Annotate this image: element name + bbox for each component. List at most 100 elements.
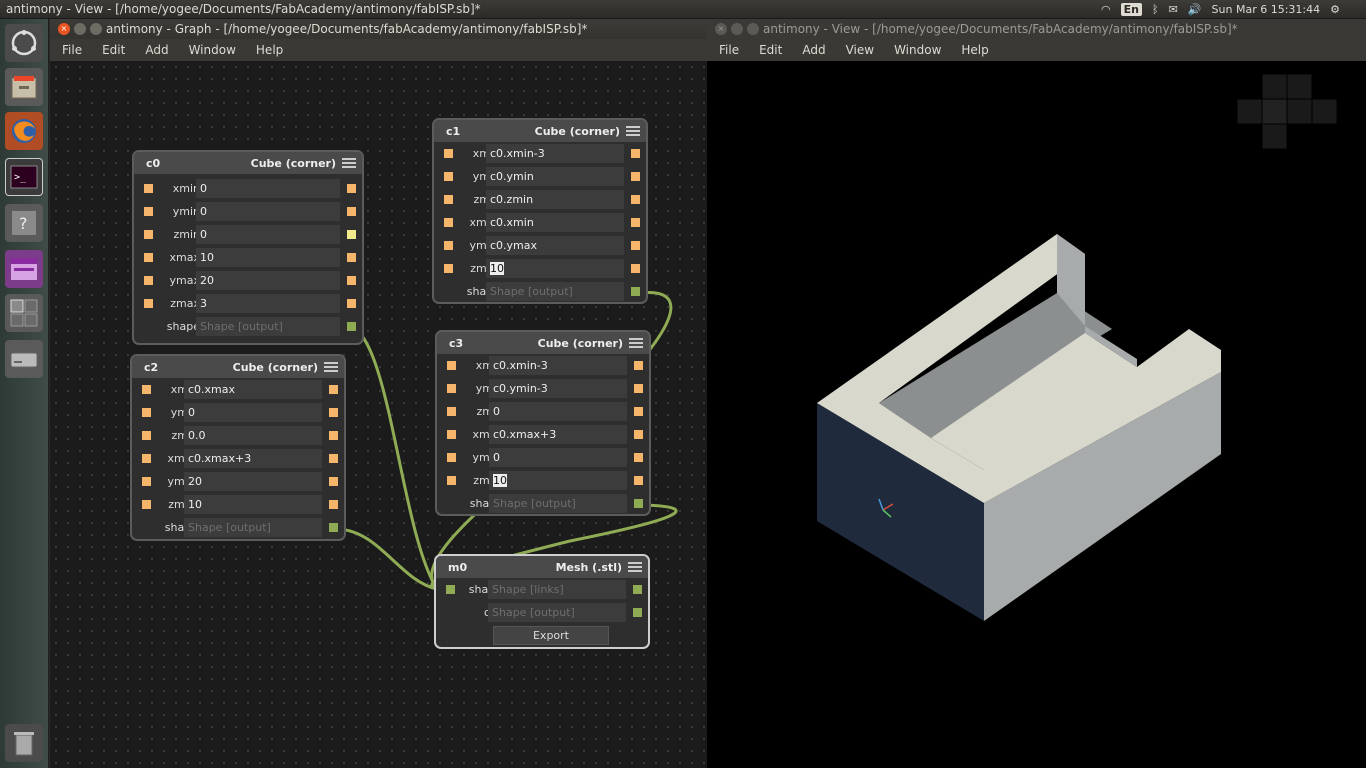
output-port[interactable]: [634, 384, 643, 393]
menu-add[interactable]: Add: [135, 43, 178, 57]
node-menu-icon[interactable]: [628, 562, 642, 572]
menu-edit[interactable]: Edit: [749, 43, 792, 57]
ubuntu-dash-icon[interactable]: [5, 24, 43, 62]
node-m0[interactable]: m0 Mesh (.stl) shapeShape [links] outSha…: [434, 554, 650, 649]
input-port[interactable]: [444, 218, 453, 227]
output-port[interactable]: [631, 195, 640, 204]
ymin-field[interactable]: 0: [184, 403, 322, 422]
power-gear-icon[interactable]: ⚙: [1330, 3, 1340, 16]
input-port[interactable]: [144, 230, 153, 239]
node-menu-icon[interactable]: [342, 158, 356, 168]
output-port[interactable]: [347, 207, 356, 216]
clock[interactable]: Sun Mar 6 15:31:44: [1212, 3, 1321, 16]
output-port[interactable]: [631, 264, 640, 273]
out-output-port[interactable]: [633, 608, 642, 617]
input-port[interactable]: [144, 184, 153, 193]
xmax-field[interactable]: 10: [196, 248, 340, 267]
xmax-field[interactable]: c0.xmax+3: [184, 449, 322, 468]
input-port[interactable]: [447, 430, 456, 439]
input-port[interactable]: [142, 385, 151, 394]
output-port[interactable]: [634, 407, 643, 416]
output-port[interactable]: [631, 241, 640, 250]
input-port[interactable]: [144, 299, 153, 308]
menu-window[interactable]: Window: [179, 43, 246, 57]
node-c1-header[interactable]: c1 Cube (corner): [434, 120, 646, 142]
node-graph-canvas[interactable]: c0 Cube (corner) xmin 0 ymin 0 zmin 0 xmax 1…: [50, 61, 707, 768]
shape-output-port[interactable]: [631, 287, 640, 296]
xmax-field[interactable]: c0.xmin: [486, 213, 624, 232]
node-c2-header[interactable]: c2 Cube (corner): [132, 356, 344, 378]
drive-icon[interactable]: [5, 340, 43, 378]
ymin-field[interactable]: c0.ymin-3: [489, 379, 627, 398]
output-port[interactable]: [631, 149, 640, 158]
zmin-field[interactable]: 0.0: [184, 426, 322, 445]
zmax-field[interactable]: 10: [489, 471, 627, 490]
node-c0-header[interactable]: c0 Cube (corner): [134, 152, 362, 174]
close-icon[interactable]: ×: [715, 23, 727, 35]
node-menu-icon[interactable]: [626, 126, 640, 136]
export-button[interactable]: Export: [493, 626, 609, 645]
menu-file[interactable]: File: [709, 43, 749, 57]
maximize-icon[interactable]: [747, 23, 759, 35]
maximize-icon[interactable]: [90, 23, 102, 35]
input-port[interactable]: [447, 384, 456, 393]
node-c3[interactable]: c3 Cube (corner) xminc0.xmin-3 yminc0.ym…: [435, 330, 651, 516]
menu-help[interactable]: Help: [951, 43, 998, 57]
shape-output-port[interactable]: [329, 523, 338, 532]
minimize-icon[interactable]: [731, 23, 743, 35]
output-port[interactable]: [631, 218, 640, 227]
output-port[interactable]: [329, 408, 338, 417]
mail-icon[interactable]: ✉: [1169, 3, 1178, 16]
output-port[interactable]: [634, 453, 643, 462]
zmin-field[interactable]: 0: [196, 225, 340, 244]
output-port[interactable]: [634, 430, 643, 439]
output-port[interactable]: [347, 253, 356, 262]
menu-help[interactable]: Help: [246, 43, 293, 57]
input-port[interactable]: [444, 264, 453, 273]
xmin-field[interactable]: 0: [196, 179, 340, 198]
wire-c0-m0[interactable]: [347, 324, 439, 590]
zmax-field[interactable]: 10: [486, 259, 624, 278]
shape-output-port[interactable]: [634, 499, 643, 508]
input-port[interactable]: [144, 253, 153, 262]
node-c1[interactable]: c1 Cube (corner) xminc0.xmin-3 yminc0.ym…: [432, 118, 648, 304]
input-port[interactable]: [444, 149, 453, 158]
3d-viewport[interactable]: [707, 61, 1366, 768]
menu-add[interactable]: Add: [792, 43, 835, 57]
firefox-icon[interactable]: [5, 112, 43, 150]
node-c0[interactable]: c0 Cube (corner) xmin 0 ymin 0 zmin 0 xmax 1…: [132, 150, 364, 345]
xmin-field[interactable]: c0.xmax: [184, 380, 322, 399]
input-port[interactable]: [447, 453, 456, 462]
zmax-field[interactable]: 3: [196, 294, 340, 313]
output-port[interactable]: [347, 276, 356, 285]
workspace-switcher-icon[interactable]: [5, 294, 43, 332]
output-port[interactable]: [631, 172, 640, 181]
input-port[interactable]: [142, 500, 151, 509]
output-port[interactable]: [347, 230, 356, 239]
input-port[interactable]: [444, 172, 453, 181]
xmin-field[interactable]: c0.xmin-3: [486, 144, 624, 163]
input-port[interactable]: [142, 454, 151, 463]
ymax-field[interactable]: 20: [196, 271, 340, 290]
menu-edit[interactable]: Edit: [92, 43, 135, 57]
input-port[interactable]: [447, 361, 456, 370]
menu-file[interactable]: File: [52, 43, 92, 57]
input-port[interactable]: [444, 241, 453, 250]
xmax-field[interactable]: c0.xmax+3: [489, 425, 627, 444]
zmax-field[interactable]: 10: [184, 495, 322, 514]
help-icon[interactable]: ?: [5, 204, 43, 242]
input-port[interactable]: [447, 476, 456, 485]
bluetooth-icon[interactable]: ᛒ: [1152, 3, 1159, 16]
shape-input-port[interactable]: [446, 585, 455, 594]
ymax-field[interactable]: 0: [489, 448, 627, 467]
output-port[interactable]: [329, 431, 338, 440]
app-window-icon[interactable]: [5, 250, 43, 288]
input-port[interactable]: [142, 408, 151, 417]
output-port[interactable]: [329, 454, 338, 463]
output-port[interactable]: [634, 476, 643, 485]
trash-icon[interactable]: [5, 724, 43, 762]
output-port[interactable]: [347, 299, 356, 308]
zmin-field[interactable]: 0: [489, 402, 627, 421]
input-port[interactable]: [144, 276, 153, 285]
node-menu-icon[interactable]: [629, 338, 643, 348]
